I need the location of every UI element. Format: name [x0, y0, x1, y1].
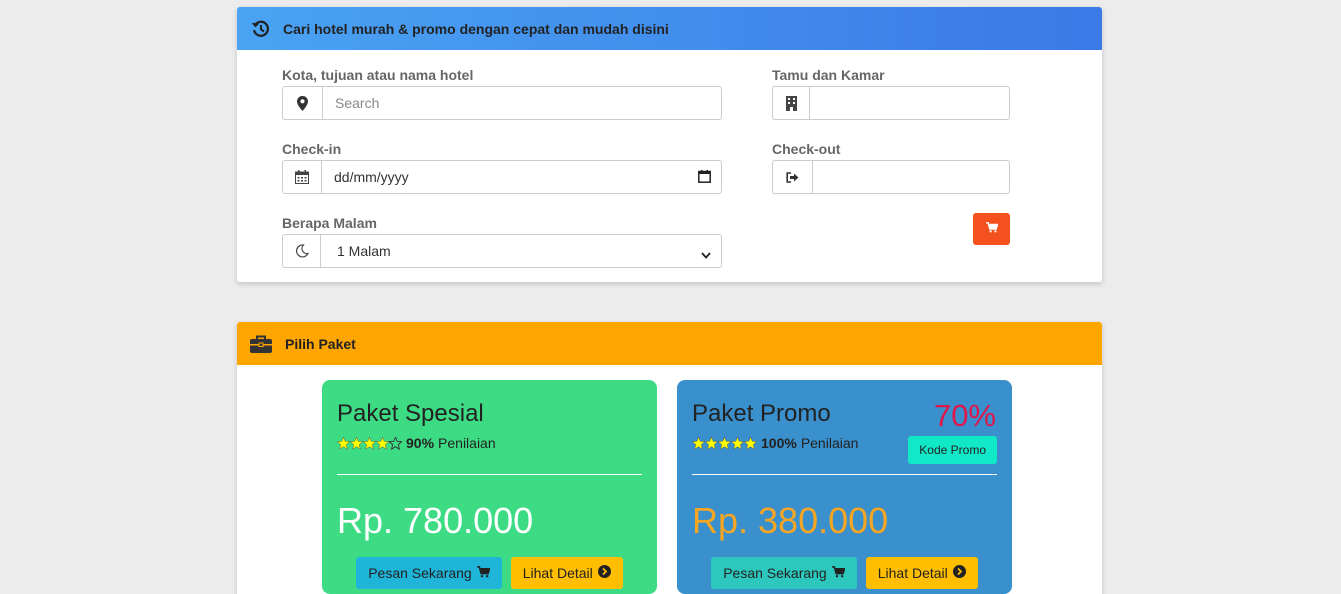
order-now-label: Pesan Sekarang	[368, 565, 472, 581]
package-divider	[692, 474, 997, 475]
history-icon	[250, 18, 272, 40]
package-divider	[337, 474, 642, 475]
package-card-spesial: Paket Spesial 90% Penilaian Rp. 780.000 …	[322, 380, 657, 594]
package-price: Rp. 780.000	[337, 500, 534, 541]
chevron-circle-right-icon	[952, 565, 966, 581]
city-search-input[interactable]: Search	[322, 86, 722, 120]
rating-percent: 100%	[761, 435, 797, 451]
map-marker-icon	[282, 86, 322, 120]
order-now-button[interactable]: Pesan Sekarang	[711, 557, 857, 589]
package-title: Paket Spesial	[337, 400, 484, 427]
search-card: Cari hotel murah & promo dengan cepat da…	[237, 7, 1102, 282]
calendar-icon	[282, 160, 321, 194]
checkout-input[interactable]	[812, 160, 1010, 194]
view-detail-button[interactable]: Lihat Detail	[865, 557, 978, 589]
building-icon	[772, 86, 809, 120]
date-picker-icon[interactable]	[698, 170, 711, 186]
guests-input[interactable]	[809, 86, 1010, 120]
paket-card-header: Pilih Paket	[237, 322, 1102, 365]
cart-icon	[476, 565, 491, 581]
search-card-header: Cari hotel murah & promo dengan cepat da…	[237, 7, 1102, 50]
rating-percent: 90%	[406, 435, 435, 451]
checkout-field-group: Check-out	[772, 141, 1010, 194]
search-card-title: Cari hotel murah & promo dengan cepat da…	[283, 20, 669, 37]
checkin-date-input[interactable]: dd/mm/yyyy	[321, 160, 722, 194]
order-now-button[interactable]: Pesan Sekarang	[356, 557, 502, 589]
cart-icon	[985, 220, 999, 238]
guests-field-group: Tamu dan Kamar	[772, 67, 1010, 120]
city-label: Kota, tujuan atau nama hotel	[282, 67, 474, 83]
chevron-circle-right-icon	[597, 565, 611, 581]
order-now-label: Pesan Sekarang	[723, 565, 827, 581]
rating-label: Penilaian	[438, 435, 496, 451]
checkin-value: dd/mm/yyyy	[334, 169, 409, 185]
cart-icon	[831, 565, 846, 581]
view-detail-label: Lihat Detail	[522, 565, 593, 581]
star-rating-icons	[692, 436, 757, 450]
checkin-label: Check-in	[282, 141, 342, 157]
package-card-promo: Paket Promo 70% Kode Promo 100% Penilaia…	[677, 380, 1012, 594]
nights-select[interactable]: 1 Malam	[320, 234, 722, 268]
package-actions: Pesan Sekarang Lihat Detail	[677, 557, 1012, 589]
cart-button[interactable]	[973, 213, 1010, 245]
nights-value: 1 Malam	[337, 243, 391, 259]
sign-out-icon	[772, 160, 812, 194]
checkout-label: Check-out	[772, 141, 841, 157]
briefcase-icon	[250, 333, 272, 355]
package-price: Rp. 380.000	[692, 500, 889, 541]
city-field-group: Kota, tujuan atau nama hotel Search	[282, 67, 722, 120]
paket-card-title: Pilih Paket	[285, 335, 356, 352]
view-detail-label: Lihat Detail	[877, 565, 948, 581]
view-detail-button[interactable]: Lihat Detail	[510, 557, 623, 589]
package-actions: Pesan Sekarang Lihat Detail	[322, 557, 657, 589]
star-rating-icons	[337, 436, 402, 450]
nights-field-group: Berapa Malam 1 Malam	[282, 215, 722, 268]
package-rating: 90% Penilaian	[337, 434, 642, 452]
promo-code-button[interactable]: Kode Promo	[908, 436, 997, 464]
moon-icon	[282, 234, 320, 268]
paket-card: Pilih Paket Paket Spesial 90% Penilaian …	[237, 322, 1102, 594]
checkin-field-group: Check-in dd/mm/yyyy	[282, 141, 722, 194]
nights-label: Berapa Malam	[282, 215, 377, 231]
discount-percent: 70%	[933, 398, 996, 433]
rating-label: Penilaian	[800, 435, 859, 451]
chevron-down-icon	[701, 246, 711, 262]
guests-label: Tamu dan Kamar	[772, 67, 885, 83]
